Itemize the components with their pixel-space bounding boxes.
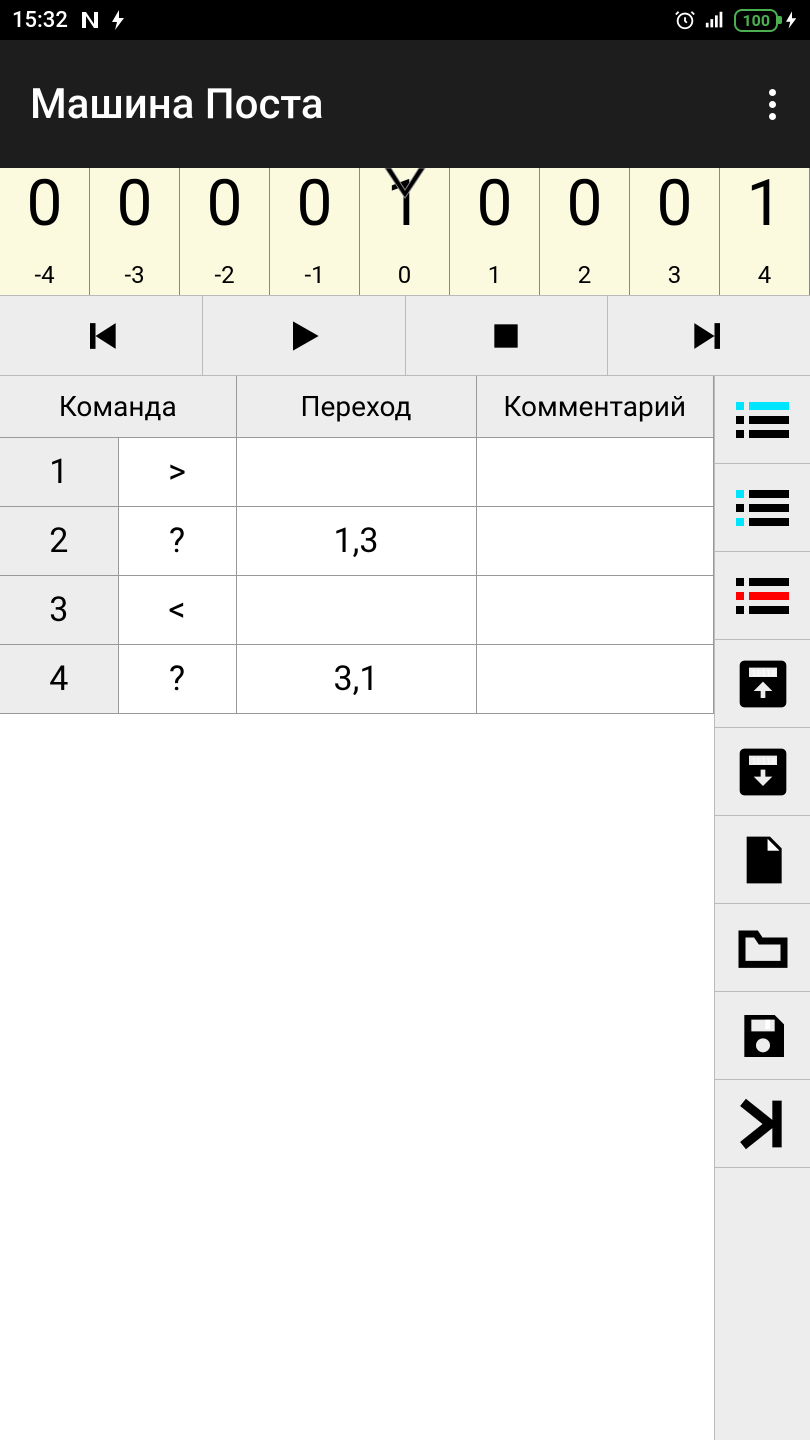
row-num: 4	[0, 645, 118, 714]
tape-cell[interactable]: 10	[360, 168, 450, 295]
side-toolbar: 10110 10110	[714, 376, 810, 1440]
page-title: Машина Поста	[30, 80, 324, 129]
row-transition[interactable]	[236, 576, 476, 645]
battery-indicator: 100	[734, 9, 778, 32]
tape-cell[interactable]: 14	[720, 168, 810, 295]
app-toolbar: Машина Поста	[0, 40, 810, 168]
row-comment[interactable]	[476, 438, 714, 507]
tape-cell[interactable]: 0-4	[0, 168, 90, 295]
row-cmd[interactable]: ?	[118, 645, 236, 714]
program-row[interactable]: 1>	[0, 438, 714, 507]
row-transition[interactable]: 1,3	[236, 507, 476, 576]
list-cyan-all-button[interactable]	[715, 376, 810, 464]
android-n-icon	[78, 8, 102, 32]
tape-cell[interactable]: 0-3	[90, 168, 180, 295]
tape-cell[interactable]: 0-1	[270, 168, 360, 295]
program-table: Команда Переход Комментарий 1>2?1,33<4?3…	[0, 376, 714, 714]
program-row[interactable]: 2?1,3	[0, 507, 714, 576]
step-forward-button[interactable]	[608, 296, 810, 375]
program-row[interactable]: 4?3,1	[0, 645, 714, 714]
row-num: 2	[0, 507, 118, 576]
overflow-menu-button[interactable]	[761, 81, 784, 128]
row-comment[interactable]	[476, 576, 714, 645]
open-folder-button[interactable]	[715, 904, 810, 992]
save-button[interactable]	[715, 992, 810, 1080]
skip-to-end-button[interactable]	[715, 1080, 810, 1168]
row-num: 1	[0, 438, 118, 507]
header-comment: Комментарий	[476, 376, 714, 438]
header-transition: Переход	[236, 376, 476, 438]
tape-cell[interactable]: 01	[450, 168, 540, 295]
row-comment[interactable]	[476, 507, 714, 576]
signal-icon	[704, 9, 726, 31]
export-binary-button[interactable]: 10110	[715, 640, 810, 728]
svg-text:10110: 10110	[751, 755, 776, 765]
tape[interactable]: 0-4 0-3 0-2 0-1 10 01 02 03 14	[0, 168, 810, 296]
tape-cell[interactable]: 03	[630, 168, 720, 295]
status-time: 15:32	[12, 8, 68, 33]
row-cmd[interactable]: >	[118, 438, 236, 507]
tape-cell[interactable]: 02	[540, 168, 630, 295]
import-binary-button[interactable]: 10110	[715, 728, 810, 816]
list-cyan-outer-button[interactable]	[715, 464, 810, 552]
play-button[interactable]	[203, 296, 406, 375]
svg-text:10110: 10110	[751, 667, 776, 677]
stop-button[interactable]	[406, 296, 609, 375]
program-row[interactable]: 3<	[0, 576, 714, 645]
row-transition[interactable]: 3,1	[236, 645, 476, 714]
status-bar: 15:32 100	[0, 0, 810, 40]
list-red-button[interactable]	[715, 552, 810, 640]
transport-controls	[0, 296, 810, 376]
row-cmd[interactable]: <	[118, 576, 236, 645]
alarm-icon	[674, 9, 696, 31]
row-transition[interactable]	[236, 438, 476, 507]
row-cmd[interactable]: ?	[118, 507, 236, 576]
program-area: Команда Переход Комментарий 1>2?1,33<4?3…	[0, 376, 714, 1440]
tape-cell[interactable]: 0-2	[180, 168, 270, 295]
header-command: Команда	[0, 376, 236, 438]
row-num: 3	[0, 576, 118, 645]
row-comment[interactable]	[476, 645, 714, 714]
lightning-icon	[112, 10, 126, 30]
charging-icon	[786, 11, 798, 29]
new-file-button[interactable]	[715, 816, 810, 904]
rewind-button[interactable]	[0, 296, 203, 375]
